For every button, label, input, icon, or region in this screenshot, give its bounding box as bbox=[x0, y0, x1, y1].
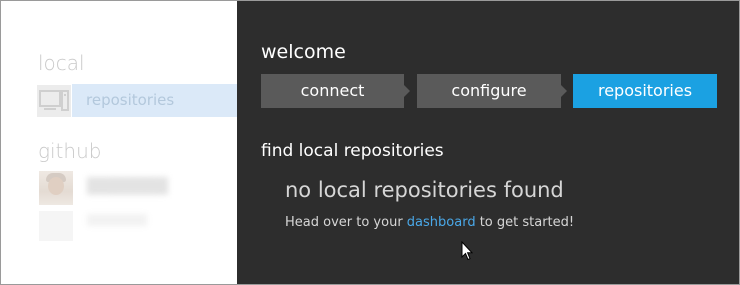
step-repositories[interactable]: repositories bbox=[573, 74, 717, 108]
org-avatar[interactable] bbox=[39, 211, 73, 241]
sidebar-section-local-title: local bbox=[38, 51, 85, 75]
sidebar-item-label: repositories bbox=[86, 91, 175, 109]
avatar[interactable] bbox=[39, 171, 73, 205]
page-title: welcome bbox=[261, 41, 346, 63]
mouse-cursor-icon bbox=[461, 240, 474, 265]
sidebar-section-github-title: github bbox=[38, 139, 102, 163]
section-title: find local repositories bbox=[261, 141, 444, 161]
empty-state-message-after: to get started! bbox=[475, 215, 575, 230]
computer-icon bbox=[37, 85, 71, 117]
app-window: local repositories github ███████ welcom… bbox=[0, 0, 740, 285]
step-configure[interactable]: configure bbox=[417, 74, 561, 108]
step-arrow-icon bbox=[404, 85, 410, 97]
sidebar-item-repositories[interactable]: repositories bbox=[72, 84, 237, 117]
empty-state-message: Head over to your dashboard to get start… bbox=[285, 215, 574, 230]
github-username[interactable]: ███████ bbox=[87, 177, 168, 195]
empty-state-message-before: Head over to your bbox=[285, 215, 407, 230]
welcome-panel: welcome connect configure repositories f… bbox=[237, 1, 739, 284]
sidebar: local repositories github ███████ bbox=[1, 1, 237, 284]
github-org-name[interactable] bbox=[87, 214, 147, 226]
dashboard-link[interactable]: dashboard bbox=[407, 215, 476, 230]
empty-state-heading: no local repositories found bbox=[285, 178, 564, 202]
step-connect[interactable]: connect bbox=[261, 74, 404, 108]
step-arrow-icon bbox=[561, 85, 567, 97]
